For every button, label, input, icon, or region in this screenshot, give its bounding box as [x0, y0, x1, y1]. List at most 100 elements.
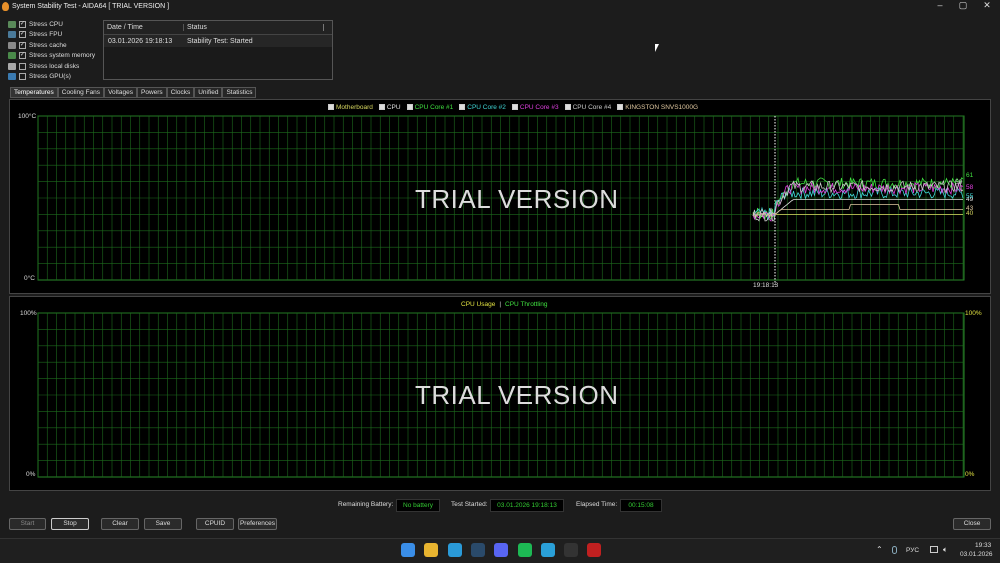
legend-item[interactable]: CPU	[378, 104, 401, 111]
tab-powers[interactable]: Powers	[137, 87, 167, 98]
stress-type-icon	[8, 73, 16, 80]
legend-label: CPU Core #1	[414, 104, 454, 111]
log-datetime: 03.01.2026 19:18:13	[108, 37, 173, 45]
stress-option[interactable]: ✓ Stress system memory	[8, 51, 95, 61]
legend-label: CPU Core #2	[467, 104, 506, 111]
cpuid-button[interactable]: CPUID	[196, 518, 234, 530]
test-started-value: 03.01.2026 19:18:13	[490, 499, 564, 512]
preferences-button[interactable]: Preferences	[238, 518, 277, 530]
series-current-value: 61	[966, 171, 974, 179]
legend-checkbox[interactable]	[617, 104, 624, 110]
legend-item[interactable]: Motherboard	[328, 104, 373, 111]
stop-button[interactable]: Stop	[51, 518, 89, 530]
stress-type-icon	[8, 52, 16, 59]
volume-icon[interactable]: 🔈︎	[943, 545, 948, 555]
tab-temperatures[interactable]: Temperatures	[10, 87, 58, 98]
legend-checkbox[interactable]	[406, 104, 413, 110]
y-right-bottom-label: 0%	[965, 471, 975, 478]
series-current-value: 43	[966, 205, 974, 213]
legend-cpu-throttling: CPU Throttling	[505, 301, 548, 308]
cpu-usage-chart: CPU Usage | CPU Throttling 100% 0% 100% …	[9, 296, 991, 491]
checkbox[interactable]: ✓	[19, 20, 26, 28]
microphone-icon[interactable]	[892, 546, 897, 554]
save-button[interactable]: Save	[144, 518, 182, 530]
legend-label: Motherboard	[336, 104, 373, 111]
y-bottom-label: 0°C	[24, 275, 35, 282]
battery-label: Remaining Battery:	[338, 501, 394, 508]
stress-option[interactable]: ✓ Stress cache	[8, 40, 67, 50]
test-started-label: Test Started:	[451, 501, 488, 508]
tab-unified[interactable]: Unified	[194, 87, 223, 98]
clock-time[interactable]: 19:33	[975, 542, 991, 549]
series-current-value: 58	[966, 183, 974, 191]
legend-item[interactable]: CPU Core #4	[564, 104, 612, 111]
discord-icon[interactable]	[494, 543, 509, 557]
stress-option-label: Stress local disks	[29, 62, 80, 70]
spotify-icon[interactable]	[517, 543, 532, 557]
clear-button[interactable]: Clear	[101, 518, 139, 530]
legend-checkbox[interactable]	[511, 104, 518, 110]
stress-option[interactable]: Stress GPU(s)	[8, 72, 71, 82]
legend-checkbox[interactable]	[564, 104, 571, 110]
legend-item[interactable]: KINGSTON SNVS1000G	[617, 104, 698, 111]
telegram-icon[interactable]	[540, 543, 555, 557]
stress-option[interactable]: ✓ Stress CPU	[8, 19, 63, 29]
stress-type-icon	[8, 41, 16, 49]
log-row[interactable]: 03.01.2026 19:18:13 Stability Test: Start…	[104, 35, 332, 47]
legend-item[interactable]: CPU Core #3	[511, 104, 559, 111]
close-button[interactable]: Close	[953, 518, 991, 530]
stress-option-label: Stress FPU	[29, 31, 63, 38]
tab-voltages[interactable]: Voltages	[104, 87, 137, 98]
checkbox[interactable]	[19, 73, 26, 80]
stress-option-label: Stress cache	[29, 41, 67, 49]
log-status: Stability Test: Started	[187, 37, 253, 45]
checkbox[interactable]	[19, 62, 26, 70]
tab-statistics[interactable]: Statistics	[222, 87, 257, 98]
y-right-top-label: 100%	[965, 310, 982, 317]
epic-games-icon[interactable]	[564, 543, 579, 557]
mouse-cursor	[655, 44, 659, 52]
tray-chevron-icon[interactable]: ⌃	[876, 545, 883, 554]
aida64-icon[interactable]	[587, 543, 602, 557]
stress-option[interactable]: Stress local disks	[8, 61, 79, 71]
checkbox[interactable]: ✓	[19, 31, 26, 38]
legend-label: CPU Core #3	[519, 104, 559, 111]
windows-start-icon[interactable]	[401, 543, 415, 557]
legend-separator: |	[499, 301, 502, 308]
log-header-status[interactable]: Status	[184, 24, 324, 31]
legend-checkbox[interactable]	[328, 104, 334, 110]
log-header-datetime[interactable]: Date / Time	[104, 24, 184, 31]
series-line-motherboard	[752, 211, 963, 218]
legend-checkbox[interactable]	[459, 104, 466, 110]
legend-label: CPU Core #4	[572, 104, 612, 111]
checkbox[interactable]: ✓	[19, 41, 26, 49]
checkbox[interactable]: ✓	[19, 52, 26, 59]
legend-checkbox[interactable]	[378, 104, 385, 110]
stress-option-label: Stress system memory	[29, 52, 96, 59]
edge-icon[interactable]	[447, 543, 462, 557]
clock-date[interactable]: 03.01.2026	[960, 551, 993, 558]
event-log: Date / Time Status 03.01.2026 19:18:13 Sta…	[103, 20, 333, 80]
close-window-button[interactable]: ✕	[972, 0, 1000, 12]
file-explorer-icon[interactable]	[424, 543, 439, 557]
legend-item[interactable]: CPU Core #1	[406, 104, 454, 111]
legend-item[interactable]: CPU Core #2	[459, 104, 506, 111]
start-button[interactable]: Start	[9, 518, 46, 530]
tab-cooling-fans[interactable]: Cooling Fans	[57, 87, 105, 98]
series-current-value: 55	[966, 192, 974, 200]
language-indicator[interactable]: РУС	[906, 547, 919, 554]
legend-label: CPU	[386, 104, 401, 111]
tab-clocks[interactable]: Clocks	[166, 87, 195, 98]
network-icon[interactable]	[930, 546, 938, 553]
stress-option[interactable]: ✓ Stress FPU	[8, 30, 62, 40]
stress-option-label: Stress GPU(s)	[29, 73, 71, 80]
y-bottom-label: 0%	[26, 471, 36, 478]
watermark: TRIAL VERSION	[415, 380, 619, 410]
temperature-chart: Motherboard CPU CPU Core #1 CPU Core #2 CPU …	[9, 99, 991, 294]
app-icon	[2, 2, 9, 11]
steam-icon[interactable]	[470, 543, 485, 557]
elapsed-time-label: Elapsed Time:	[576, 501, 618, 508]
battery-value: No battery	[396, 499, 440, 512]
elapsed-time-value: 00:15:08	[620, 499, 662, 512]
stress-type-icon	[8, 62, 16, 70]
